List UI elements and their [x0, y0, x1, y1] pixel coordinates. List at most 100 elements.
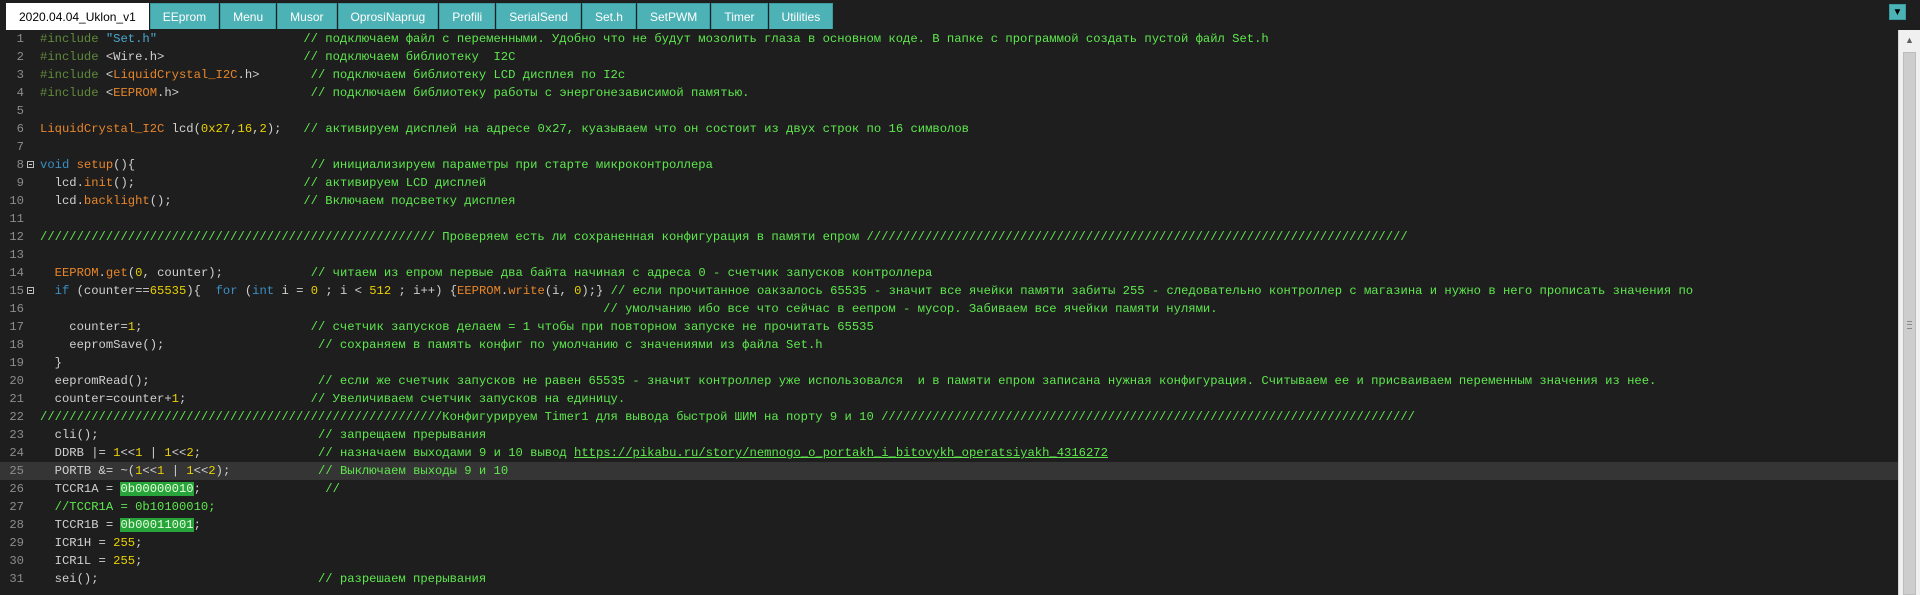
fold-toggle-icon[interactable]	[27, 161, 34, 168]
tab-2020-04-04-uklon-v1[interactable]: 2020.04.04_Uklon_v1	[6, 3, 149, 30]
code-text: #include "Set.h" // подключаем файл с пе…	[40, 30, 1269, 48]
code-token: setup	[76, 158, 114, 172]
code-line[interactable]: 9 lcd.init(); // активируем LCD дисплей	[0, 174, 1898, 192]
code-line[interactable]: 15 if (counter==65535){ for (int i = 0 ;…	[0, 282, 1898, 300]
code-line[interactable]: 13	[0, 246, 1898, 264]
code-line[interactable]: 12 //////////////////////////////////////…	[0, 228, 1898, 246]
code-token: ;	[193, 482, 201, 496]
code-token: 255	[113, 536, 136, 550]
code-line[interactable]: 23 cli(); // запрещаем прерывания	[0, 426, 1898, 444]
code-line[interactable]: 6 LiquidCrystal_I2C lcd(0x27,16,2); // ак…	[0, 120, 1898, 138]
code-line[interactable]: 14 EEPROM.get(0, counter); // читаем из …	[0, 264, 1898, 282]
code-line[interactable]: 27 //TCCR1A = 0b10100010;	[0, 498, 1898, 516]
code-token: // если же счетчик запусков не равен 655…	[317, 374, 1657, 388]
code-token: backlight	[83, 194, 150, 208]
tab-setpwm[interactable]: SetPWM	[636, 3, 711, 29]
code-token: sei();	[40, 572, 99, 586]
code-token: // счетчик запусков делаем = 1 чтобы при…	[310, 320, 874, 334]
vertical-scrollbar[interactable]: ▲	[1898, 30, 1920, 595]
tab-eeprom[interactable]: EEprom	[149, 3, 220, 29]
code-token: eepromRead();	[40, 374, 150, 388]
code-text: sei(); // разрешаем прерывания	[40, 570, 487, 588]
code-token: (){	[113, 158, 136, 172]
tab-musor[interactable]: Musor	[277, 3, 337, 29]
code-line[interactable]: 25 PORTB &= ~(1<<1 | 1<<2); // Выключаем…	[0, 462, 1898, 480]
line-number: 10	[9, 194, 24, 208]
code-line[interactable]: 8 void setup(){ // инициализируем парамет…	[0, 156, 1898, 174]
line-number: 4	[16, 86, 24, 100]
scrollbar-thumb[interactable]	[1903, 52, 1916, 595]
tab-serialsend[interactable]: SerialSend	[496, 3, 581, 29]
code-line[interactable]: 31 sei(); // разрешаем прерывания	[0, 570, 1898, 588]
code-token: 2	[208, 464, 216, 478]
code-token: 0x27	[200, 122, 231, 136]
code-link[interactable]: https://pikabu.ru/story/nemnogo_o_portak…	[574, 446, 1108, 460]
code-token: , counter);	[142, 266, 223, 280]
tab-utilities[interactable]: Utilities	[768, 3, 834, 29]
code-line[interactable]: 1 #include "Set.h" // подключаем файл с п…	[0, 30, 1898, 48]
scroll-up-icon[interactable]: ▲	[1899, 30, 1920, 50]
code-text: #include <Wire.h> // подключаем библиоте…	[40, 48, 515, 66]
code-line[interactable]: 21 counter=counter+1; // Увеличиваем сче…	[0, 390, 1898, 408]
code-token: // умолчанию ибо все что сейчас в еепром…	[603, 302, 1218, 316]
code-text: lcd.init(); // активируем LCD дисплей	[40, 174, 487, 192]
code-text: // умолчанию ибо все что сейчас в еепром…	[40, 300, 1218, 318]
line-number: 18	[9, 338, 24, 352]
tab-timer[interactable]: Timer	[711, 3, 768, 29]
code-text: DDRB |= 1<<1 | 1<<2; // назначаем выхода…	[40, 444, 1108, 462]
code-token: // разрешаем прерывания	[317, 572, 487, 586]
code-token: );	[266, 122, 282, 136]
code-token: (counter==	[69, 284, 150, 298]
code-token: <<	[120, 446, 136, 460]
code-line[interactable]: 7	[0, 138, 1898, 156]
code-token: DDRB |=	[40, 446, 114, 460]
tab-bar: 2020.04.04_Uklon_v1 EEprom Menu Musor Oprosi…	[0, 0, 1920, 30]
code-line[interactable]: 19 }	[0, 354, 1898, 372]
code-line[interactable]: 26 TCCR1A = 0b00000010; //	[0, 480, 1898, 498]
code-line[interactable]: 2 #include <Wire.h> // подключаем библиот…	[0, 48, 1898, 66]
code-line[interactable]: 20 eepromRead(); // если же счетчик запу…	[0, 372, 1898, 390]
tab-menu[interactable]: Menu	[220, 3, 277, 29]
code-line[interactable]: 4 #include <EEPROM.h> // подключаем библи…	[0, 84, 1898, 102]
code-token: <Wire.h>	[105, 50, 165, 64]
code-editor[interactable]: 1 #include "Set.h" // подключаем файл с п…	[0, 30, 1898, 595]
code-token: if	[54, 284, 70, 298]
code-token: PORTB &= ~(	[40, 464, 136, 478]
code-text: }	[40, 354, 62, 372]
line-number: 3	[16, 68, 24, 82]
code-line[interactable]: 5	[0, 102, 1898, 120]
tab-set-h[interactable]: Set.h	[581, 3, 636, 29]
fold-toggle-icon[interactable]	[27, 287, 34, 294]
tab-oprosinaprug[interactable]: OprosiNaprug	[337, 3, 439, 29]
code-token: TCCR1B =	[40, 518, 121, 532]
line-number: 28	[9, 518, 24, 532]
code-line[interactable]: 28 TCCR1B = 0b00011001;	[0, 516, 1898, 534]
code-line[interactable]: 18 eepromSave(); // сохраняем в память к…	[0, 336, 1898, 354]
code-line[interactable]: 22 //////////////////////////////////////…	[0, 408, 1898, 426]
code-line[interactable]: 24 DDRB |= 1<<1 | 1<<2; // назначаем вых…	[0, 444, 1898, 462]
code-token: <<	[171, 446, 187, 460]
tab-profili[interactable]: Profili	[439, 3, 496, 29]
code-text: ////////////////////////////////////////…	[40, 228, 1408, 246]
tab-menu-dropdown-icon[interactable]: ▼	[1889, 4, 1906, 20]
code-line[interactable]: 16 // умолчанию ибо все что сейчас в ееп…	[0, 300, 1898, 318]
code-token: // подключаем библиотеку I2C	[303, 50, 516, 64]
code-token: .h>	[237, 68, 260, 82]
code-line[interactable]: 3 #include <LiquidCrystal_I2C.h> // подкл…	[0, 66, 1898, 84]
code-token: EEPROM	[113, 86, 158, 100]
code-token: // читаем из епром первые два байта начи…	[310, 266, 933, 280]
scrollbar-grip-icon	[1907, 321, 1912, 329]
code-line[interactable]: 17 counter=1; // счетчик запусков делаем…	[0, 318, 1898, 336]
code-token: ();	[149, 194, 172, 208]
code-line[interactable]: 30 ICR1L = 255;	[0, 552, 1898, 570]
code-token: lcd.	[40, 194, 84, 208]
code-token: (i,	[544, 284, 575, 298]
code-text: cli(); // запрещаем прерывания	[40, 426, 487, 444]
code-line[interactable]: 11	[0, 210, 1898, 228]
code-line[interactable]: 29 ICR1H = 255;	[0, 534, 1898, 552]
code-line[interactable]: 10 lcd.backlight(); // Включаем подсветк…	[0, 192, 1898, 210]
